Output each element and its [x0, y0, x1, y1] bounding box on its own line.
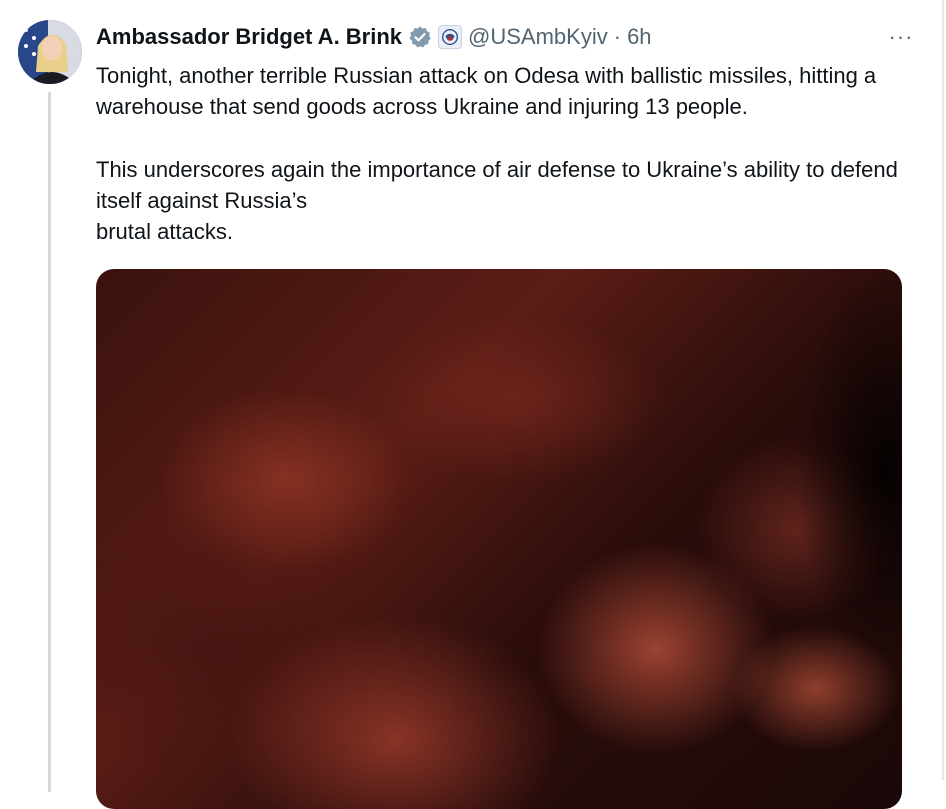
- state-department-seal-icon[interactable]: [438, 25, 463, 49]
- thread-line: [48, 92, 51, 792]
- tweet-timestamp[interactable]: 6h: [627, 24, 651, 50]
- tweet-card: Ambassador Bridget A. Brink @USAmbKyiv ·…: [0, 0, 944, 809]
- header-separator: ·: [613, 24, 622, 49]
- avatar-image: [18, 20, 82, 84]
- more-options-icon[interactable]: ···: [884, 22, 918, 52]
- tweet-header: Ambassador Bridget A. Brink @USAmbKyiv ·…: [96, 22, 652, 52]
- tweet-media-image[interactable]: [96, 269, 902, 809]
- author-handle[interactable]: @USAmbKyiv: [468, 24, 608, 50]
- tweet-paragraph-2-line-2: brutal attacks.: [96, 219, 233, 244]
- verified-badge-icon[interactable]: [408, 25, 432, 49]
- tweet-text: Tonight, another terrible Russian attack…: [96, 60, 926, 247]
- author-name[interactable]: Ambassador Bridget A. Brink: [96, 24, 402, 50]
- author-avatar[interactable]: [18, 20, 82, 84]
- tweet-paragraph-2-line-1: This underscores again the importance of…: [96, 157, 898, 213]
- tweet-paragraph-1: Tonight, another terrible Russian attack…: [96, 63, 877, 119]
